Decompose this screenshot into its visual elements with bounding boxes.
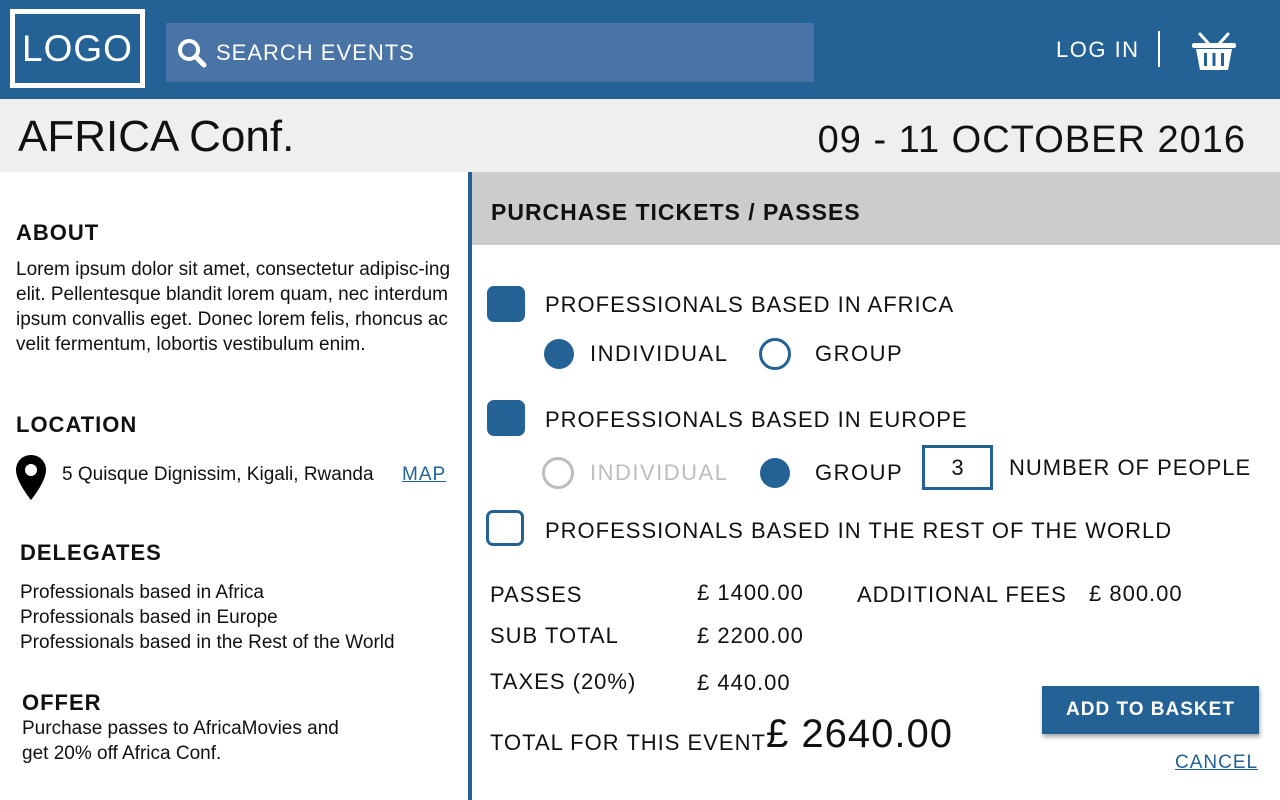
delegate-item: Professionals based in the Rest of the W… (20, 632, 395, 653)
offer-text-line: get 20% off Africa Conf. (22, 743, 222, 764)
event-date: 09 - 11 OCTOBER 2016 (817, 119, 1246, 161)
africa-individual-label: INDIVIDUAL (590, 341, 729, 366)
taxes-value: £ 440.00 (697, 670, 791, 695)
europe-individual-label: INDIVIDUAL (590, 460, 729, 485)
offer-heading: OFFER (22, 690, 102, 715)
cancel-link[interactable]: CANCEL (1175, 752, 1258, 774)
delegates-heading: DELEGATES (20, 540, 162, 565)
passes-label: PASSES (490, 582, 583, 607)
event-title: AFRICA Conf. (18, 112, 295, 161)
africa-group-label: GROUP (815, 341, 904, 366)
europe-group-radio[interactable] (760, 458, 790, 488)
total-value: £ 2640.00 (766, 712, 953, 756)
basket-icon[interactable] (1190, 30, 1238, 72)
europe-option-label: PROFESSIONALS BASED IN EUROPE (545, 407, 968, 432)
header-divider (1158, 31, 1160, 67)
europe-checkbox[interactable] (487, 400, 525, 436)
additional-fees-label: ADDITIONAL FEES (857, 582, 1067, 607)
number-of-people-input[interactable]: 3 (922, 445, 993, 490)
passes-value: £ 1400.00 (697, 580, 804, 605)
map-link[interactable]: MAP (402, 464, 446, 486)
africa-individual-radio[interactable] (544, 339, 574, 369)
about-text: Lorem ipsum dolor sit amet, consectetur … (16, 259, 451, 355)
total-label: TOTAL FOR THIS EVENT (490, 730, 766, 755)
column-divider (468, 172, 472, 800)
logo[interactable]: LOGO (10, 9, 145, 88)
purchase-heading: PURCHASE TICKETS / PASSES (491, 199, 861, 225)
africa-checkbox[interactable] (487, 286, 525, 322)
delegate-item: Professionals based in Europe (20, 607, 278, 628)
login-link[interactable]: LOG IN (1056, 37, 1140, 63)
subtotal-value: £ 2200.00 (697, 623, 804, 648)
africa-group-radio[interactable] (759, 338, 791, 370)
delegate-item: Professionals based in Africa (20, 582, 264, 603)
about-heading: ABOUT (16, 220, 100, 245)
purchase-panel-header: PURCHASE TICKETS / PASSES (472, 172, 1280, 245)
taxes-label: TAXES (20%) (490, 669, 637, 694)
europe-group-label: GROUP (815, 460, 904, 485)
search-input[interactable]: SEARCH EVENTS (216, 40, 415, 66)
top-header: LOGO SEARCH EVENTS LOG IN (0, 0, 1280, 99)
location-pin-icon (14, 454, 48, 502)
location-heading: LOCATION (16, 412, 138, 437)
africa-option-label: PROFESSIONALS BASED IN AFRICA (545, 292, 955, 317)
subtotal-label: SUB TOTAL (490, 623, 619, 648)
add-to-basket-button[interactable]: ADD TO BASKET (1042, 686, 1259, 734)
additional-fees-value: £ 800.00 (1089, 581, 1183, 606)
rest-of-world-checkbox[interactable] (486, 510, 524, 546)
number-of-people-label: NUMBER OF PEOPLE (1009, 455, 1252, 480)
offer-text-line: Purchase passes to AfricaMovies and (22, 718, 339, 739)
europe-individual-radio[interactable] (542, 457, 574, 489)
event-info-sidebar: ABOUT Lorem ipsum dolor sit amet, consec… (0, 172, 468, 800)
event-title-bar: AFRICA Conf. 09 - 11 OCTOBER 2016 (0, 99, 1280, 172)
rest-of-world-option-label: PROFESSIONALS BASED IN THE REST OF THE W… (545, 518, 1173, 543)
location-address: 5 Quisque Dignissim, Kigali, Rwanda (62, 464, 374, 485)
search-icon[interactable] (176, 37, 208, 69)
search-bar[interactable]: SEARCH EVENTS (166, 23, 814, 82)
